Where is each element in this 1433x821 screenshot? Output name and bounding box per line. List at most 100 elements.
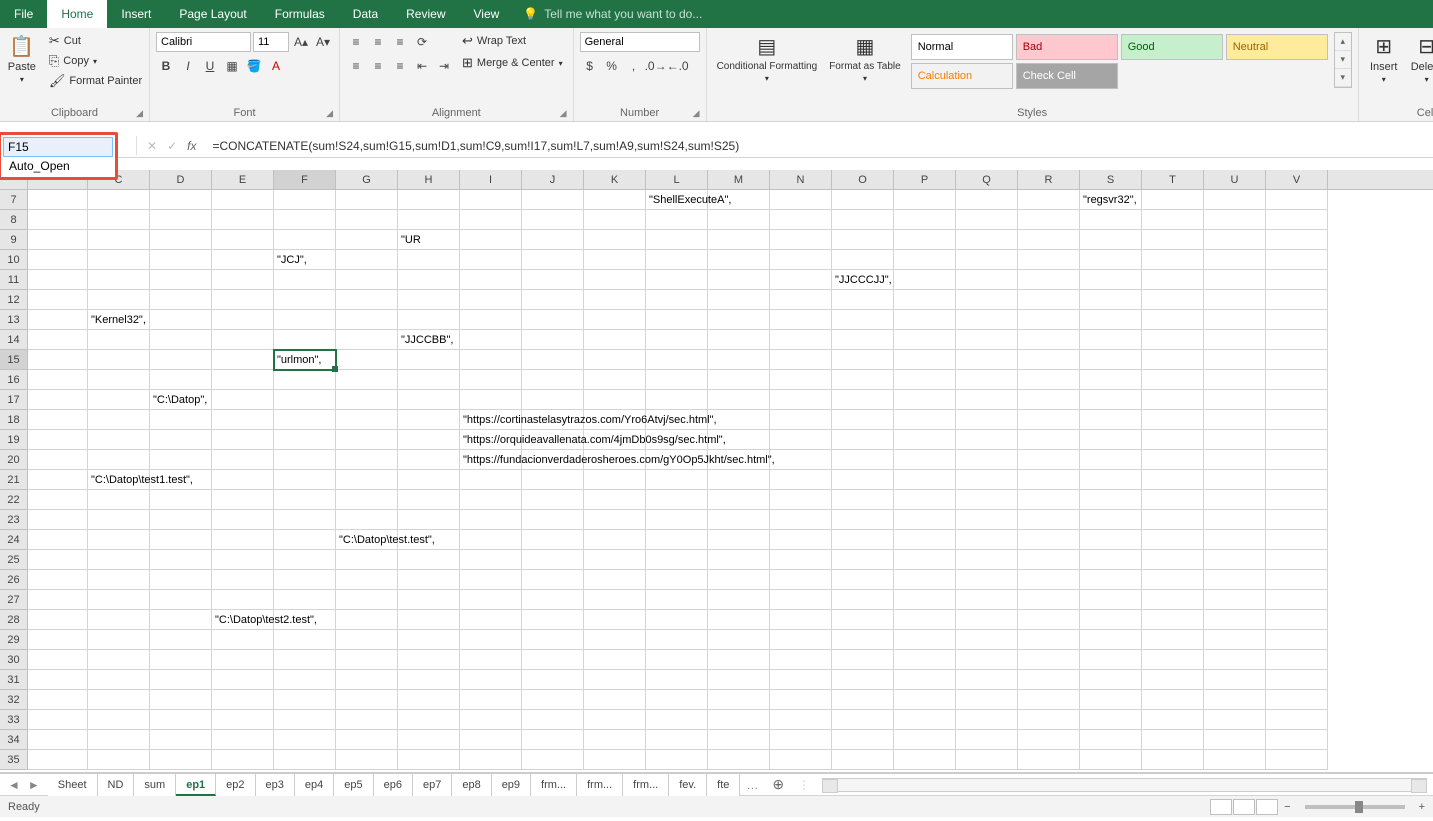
sheet-tab-ep7[interactable]: ep7 [413,774,452,796]
cell-I14[interactable] [460,330,522,350]
cell-J27[interactable] [522,590,584,610]
cell-G33[interactable] [336,710,398,730]
comma-icon[interactable]: , [624,56,644,76]
cell-E13[interactable] [212,310,274,330]
cell-V33[interactable] [1266,710,1328,730]
cell-V8[interactable] [1266,210,1328,230]
cell-V12[interactable] [1266,290,1328,310]
name-box-dropdown-item[interactable]: Auto_Open [3,157,113,175]
cell-J29[interactable] [522,630,584,650]
cell-T16[interactable] [1142,370,1204,390]
cell-E29[interactable] [212,630,274,650]
cell-F32[interactable] [274,690,336,710]
cell-E11[interactable] [212,270,274,290]
cell-S22[interactable] [1080,490,1142,510]
cell-V13[interactable] [1266,310,1328,330]
cell-U27[interactable] [1204,590,1266,610]
column-header-J[interactable]: J [522,170,584,189]
cell-H7[interactable] [398,190,460,210]
spreadsheet-grid[interactable]: CDEFGHIJKLMNOPQRSTUV 7"ShellExecuteA","r… [0,170,1433,773]
cell-I9[interactable] [460,230,522,250]
fill-color-button[interactable]: 🪣 [244,56,264,76]
cell-P21[interactable] [894,470,956,490]
cell-E20[interactable] [212,450,274,470]
cell-F17[interactable] [274,390,336,410]
cell-P34[interactable] [894,730,956,750]
cell-V31[interactable] [1266,670,1328,690]
horizontal-scrollbar[interactable] [822,778,1427,792]
italic-button[interactable]: I [178,56,198,76]
cut-button[interactable]: ✂Cut [45,32,146,50]
cell-S24[interactable] [1080,530,1142,550]
cell-C23[interactable] [88,510,150,530]
cell-U29[interactable] [1204,630,1266,650]
cell-K16[interactable] [584,370,646,390]
cell-E28[interactable]: "C:\Datop\test2.test", [212,610,274,630]
style-gallery-nav[interactable]: ▴▾▾ [1334,32,1352,88]
row-header-31[interactable]: 31 [0,670,28,690]
cell-K14[interactable] [584,330,646,350]
cell-L10[interactable] [646,250,708,270]
cell-R11[interactable] [1018,270,1080,290]
cell-R30[interactable] [1018,650,1080,670]
cell-V30[interactable] [1266,650,1328,670]
cell-partial-34[interactable] [28,730,88,750]
cell-R24[interactable] [1018,530,1080,550]
cell-E9[interactable] [212,230,274,250]
row-header-30[interactable]: 30 [0,650,28,670]
cell-D10[interactable] [150,250,212,270]
cell-T23[interactable] [1142,510,1204,530]
cell-N32[interactable] [770,690,832,710]
cell-Q33[interactable] [956,710,1018,730]
row-header-22[interactable]: 22 [0,490,28,510]
decrease-decimal-icon[interactable]: ←.0 [668,56,688,76]
font-color-button[interactable]: A [266,56,286,76]
cell-S23[interactable] [1080,510,1142,530]
sheet-tab-ep5[interactable]: ep5 [334,774,373,796]
cell-F33[interactable] [274,710,336,730]
cell-I27[interactable] [460,590,522,610]
cell-R32[interactable] [1018,690,1080,710]
cell-D20[interactable] [150,450,212,470]
cell-K23[interactable] [584,510,646,530]
cell-P27[interactable] [894,590,956,610]
cell-T11[interactable] [1142,270,1204,290]
cell-M32[interactable] [708,690,770,710]
cell-R18[interactable] [1018,410,1080,430]
row-header-10[interactable]: 10 [0,250,28,270]
cell-J25[interactable] [522,550,584,570]
cell-S28[interactable] [1080,610,1142,630]
cell-V23[interactable] [1266,510,1328,530]
column-header-N[interactable]: N [770,170,832,189]
cell-E7[interactable] [212,190,274,210]
cell-O12[interactable] [832,290,894,310]
cell-R26[interactable] [1018,570,1080,590]
cell-R34[interactable] [1018,730,1080,750]
cell-E8[interactable] [212,210,274,230]
new-sheet-button[interactable]: ⊕ [764,776,792,793]
cell-J11[interactable] [522,270,584,290]
cell-T25[interactable] [1142,550,1204,570]
cell-S12[interactable] [1080,290,1142,310]
cell-Q21[interactable] [956,470,1018,490]
cell-N21[interactable] [770,470,832,490]
cell-M34[interactable] [708,730,770,750]
tab-nav-prev-icon[interactable]: ◄ [8,778,20,792]
cell-R17[interactable] [1018,390,1080,410]
cell-S35[interactable] [1080,750,1142,770]
cell-O16[interactable] [832,370,894,390]
cell-T9[interactable] [1142,230,1204,250]
cell-L31[interactable] [646,670,708,690]
cell-T24[interactable] [1142,530,1204,550]
cell-F20[interactable] [274,450,336,470]
cell-F11[interactable] [274,270,336,290]
cell-K11[interactable] [584,270,646,290]
alignment-launcher-icon[interactable]: ◢ [560,108,567,119]
cell-V32[interactable] [1266,690,1328,710]
cell-C26[interactable] [88,570,150,590]
cell-I35[interactable] [460,750,522,770]
cell-I28[interactable] [460,610,522,630]
cell-P20[interactable] [894,450,956,470]
cell-M15[interactable] [708,350,770,370]
cell-E14[interactable] [212,330,274,350]
